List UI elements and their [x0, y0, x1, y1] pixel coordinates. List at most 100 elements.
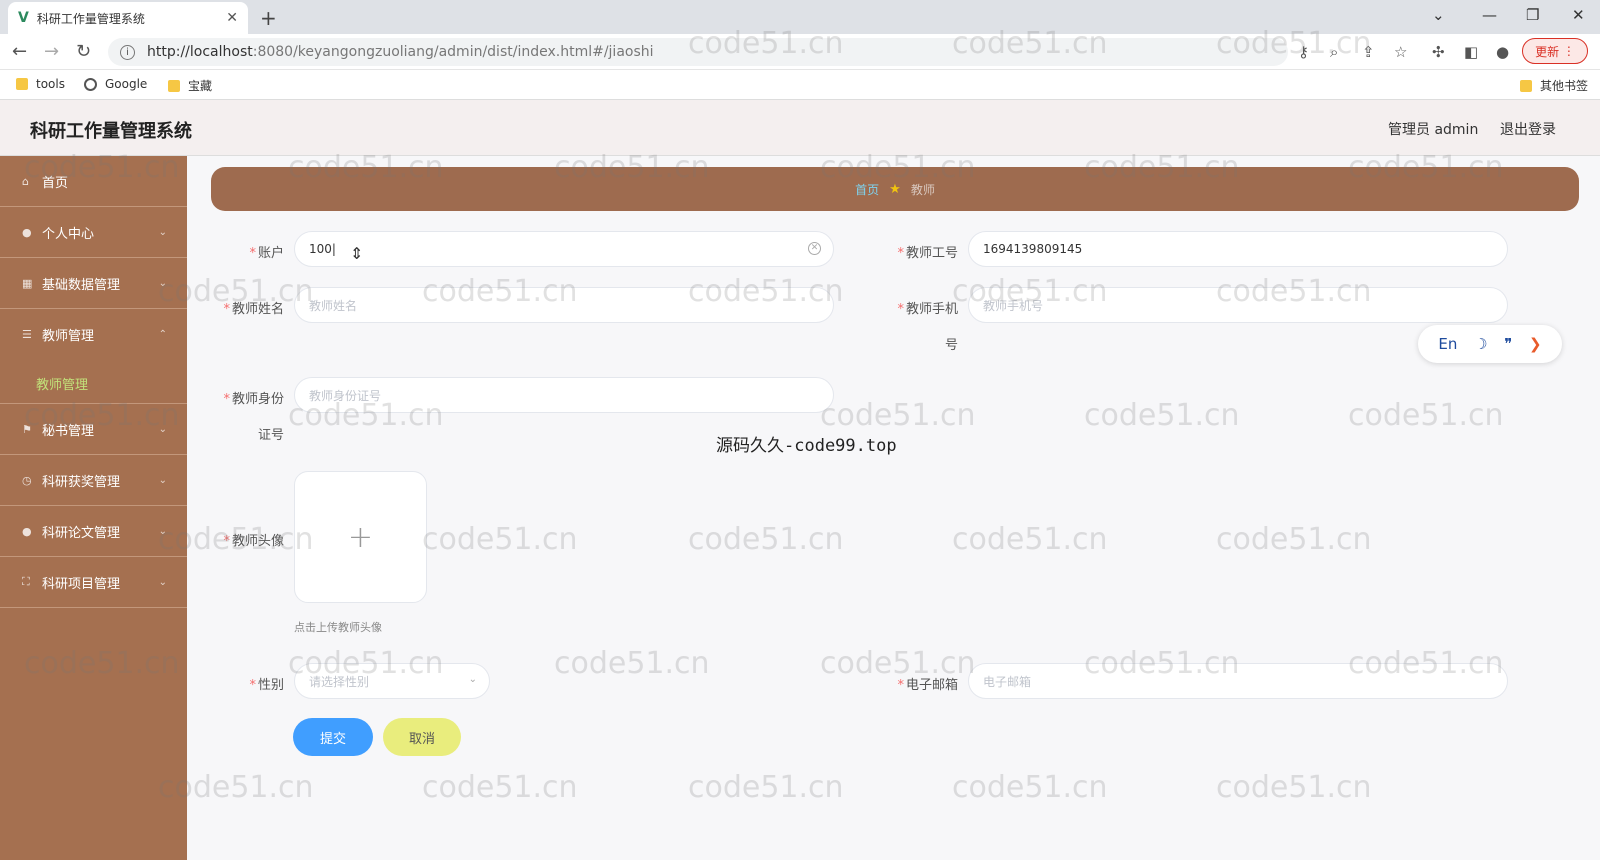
url-host: http://localhost [147, 44, 253, 60]
home-icon: ⌂ [22, 174, 29, 188]
phone-input[interactable]: 教师手机号 [968, 287, 1508, 323]
name-placeholder: 教师姓名 [309, 298, 358, 313]
email-input[interactable]: 电子邮箱 [968, 663, 1508, 699]
phone-label: * 教师手机 [897, 302, 958, 317]
plus-icon: + [347, 519, 374, 555]
back-icon[interactable]: ← [12, 41, 27, 62]
profile-icon[interactable]: ● [1496, 43, 1509, 61]
clear-icon[interactable]: ✕ [808, 242, 821, 255]
sidebar: ⌂ 首页 ● 个人中心 ⌄ ▦ 基础数据管理 ⌄ ☰ 教师管理 ⌃ 教师管理 ⚑ 秘书管理 ⌄ ◷… [0, 156, 187, 860]
folder-icon [16, 78, 28, 90]
chevron-down-icon: ⌄ [158, 525, 167, 537]
gender-select[interactable]: 请选择性别 ⌄ [294, 663, 490, 699]
site-info-icon[interactable]: i [120, 44, 135, 60]
key-icon[interactable]: ⚷ [1298, 43, 1309, 61]
text-cursor-icon: ⇕ [350, 244, 364, 263]
account-input[interactable]: 100 | ✕ [294, 231, 834, 267]
bookmark-google[interactable]: Google [84, 77, 147, 91]
sidebar-subitem-teacher-manage[interactable]: 教师管理 [36, 374, 88, 393]
bookmark-label: 宝藏 [188, 79, 213, 93]
sidebar-item-projects[interactable]: ⛶ 科研项目管理 ⌄ [0, 557, 187, 608]
sidebar-item-awards[interactable]: ◷ 科研获奖管理 ⌄ [0, 455, 187, 506]
watermark: code51.cn [1084, 398, 1240, 433]
chevron-down-icon: ⌄ [468, 674, 477, 685]
sidebar-item-label: 基础数据管理 [42, 277, 121, 293]
sidebar-item-teacher[interactable]: ☰ 教师管理 ⌃ [0, 309, 187, 360]
browser-tabbar: V 科研工作量管理系统 ✕ + ⌄ — ❐ ✕ [0, 0, 1600, 34]
watermark: code51.cn [1216, 522, 1372, 557]
admin-user: 管理员 admin [1388, 122, 1479, 138]
idcard-input[interactable]: 教师身份证号 [294, 377, 834, 413]
account-label: * 账户 [249, 246, 284, 261]
submit-button[interactable]: 提交 [293, 718, 373, 756]
idcard-label-wrap: 证号 [257, 428, 284, 443]
sidebar-item-secretary[interactable]: ⚑ 秘书管理 ⌄ [0, 404, 187, 455]
bookmark-star-icon[interactable]: ☆ [1394, 43, 1407, 61]
menu-icon: ☰ [22, 328, 32, 341]
restore-icon[interactable]: ❐ [1526, 6, 1539, 24]
watermark: code51.cn [422, 522, 578, 557]
browser-tab[interactable]: V 科研工作量管理系统 ✕ [8, 2, 248, 34]
breadcrumb-home[interactable]: 首页 [855, 181, 879, 198]
phone-placeholder: 教师手机号 [983, 298, 1044, 313]
account-value: 100 [309, 242, 332, 256]
bookmark-treasure[interactable]: 宝藏 [168, 77, 212, 94]
watermark: code51.cn [1348, 398, 1504, 433]
bookmark-label: Google [105, 77, 148, 91]
tab-title: 科研工作量管理系统 [36, 11, 145, 26]
app-title: 科研工作量管理系统 [30, 121, 192, 142]
teacher-no-input[interactable]: 1694139809145 [968, 231, 1508, 267]
arrow-right-icon[interactable]: ❯ [1529, 335, 1542, 353]
reload-icon[interactable]: ↻ [76, 41, 91, 62]
sidebar-item-label: 教师管理 [42, 329, 95, 344]
idcard-label: * 教师身份 [223, 392, 284, 407]
quote-icon[interactable]: ❞ [1504, 335, 1512, 353]
email-placeholder: 电子邮箱 [983, 674, 1032, 689]
tab-search-icon[interactable]: ⌄ [1432, 6, 1445, 24]
sidebar-item-label: 首页 [42, 175, 69, 191]
zoom-icon[interactable]: ⌕ [1330, 43, 1338, 61]
url-path: :8080/keyangongzuoliang/admin/dist/index… [252, 44, 654, 60]
star-icon: ★ [889, 181, 901, 197]
sidebar-item-papers[interactable]: ● 科研论文管理 ⌄ [0, 506, 187, 557]
sidebar-item-label: 科研项目管理 [42, 576, 121, 592]
chevron-up-icon: ⌃ [158, 329, 167, 340]
watermark: code51.cn [688, 770, 844, 805]
folder-icon [168, 79, 180, 92]
other-bookmarks[interactable]: 其他书签 [1520, 77, 1588, 94]
sidebar-item-basic-data[interactable]: ▦ 基础数据管理 ⌄ [0, 258, 187, 309]
folder-icon [1520, 79, 1532, 92]
moon-icon[interactable]: ☽ [1474, 335, 1487, 353]
watermark: code51.cn [952, 522, 1108, 557]
lang-label[interactable]: En [1438, 335, 1457, 353]
sidebar-item-home[interactable]: ⌂ 首页 [0, 156, 187, 207]
extensions-icon[interactable]: ✣ [1432, 43, 1445, 61]
language-widget[interactable]: En ☽ ❞ ❯ [1418, 325, 1562, 363]
sidepanel-icon[interactable]: ◧ [1464, 43, 1478, 61]
new-tab-icon[interactable]: + [260, 6, 277, 30]
minimize-icon[interactable]: — [1482, 6, 1497, 24]
avatar-uploader[interactable]: + [294, 471, 427, 603]
share-icon[interactable]: ⇪ [1362, 43, 1375, 61]
watermark: code51.cn [952, 770, 1108, 805]
teacher-no-value: 1694139809145 [983, 242, 1083, 256]
watermark: code51.cn [820, 398, 976, 433]
update-button[interactable]: 更新 ⋮ [1522, 38, 1588, 64]
avatar-upload-tip: 点击上传教师头像 [294, 621, 382, 634]
user-icon: ● [22, 524, 32, 538]
gender-label: * 性别 [249, 678, 284, 693]
bookmark-tools[interactable]: tools [16, 77, 65, 91]
logout-link[interactable]: 退出登录 [1500, 119, 1556, 139]
url-input[interactable]: i http://localhost:8080/keyangongzuolian… [108, 38, 1288, 66]
forward-icon[interactable]: → [44, 41, 59, 62]
teacher-no-label: * 教师工号 [897, 246, 958, 261]
cancel-button[interactable]: 取消 [383, 718, 461, 756]
close-tab-icon[interactable]: ✕ [226, 10, 238, 26]
user-icon: ● [22, 225, 32, 239]
close-window-icon[interactable]: ✕ [1572, 6, 1585, 24]
sidebar-item-profile[interactable]: ● 个人中心 ⌄ [0, 207, 187, 258]
name-input[interactable]: 教师姓名 [294, 287, 834, 323]
watermark: code51.cn [422, 770, 578, 805]
clock-icon: ◷ [22, 473, 32, 487]
chevron-down-icon: ⌄ [158, 474, 167, 486]
